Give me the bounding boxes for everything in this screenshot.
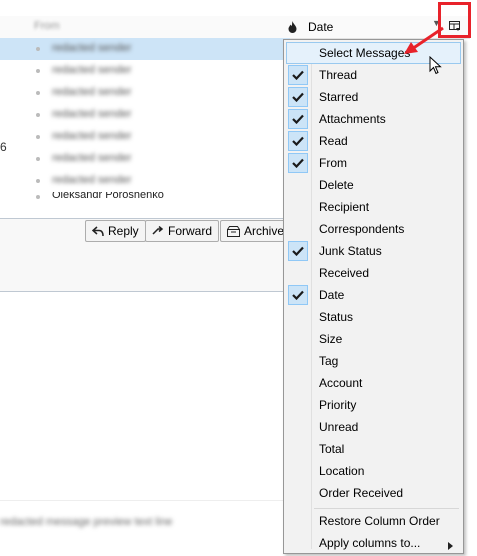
checkmark-icon bbox=[288, 109, 308, 129]
menu-item-attachments[interactable]: Attachments bbox=[286, 108, 461, 130]
menu-item-unread[interactable]: Unread bbox=[286, 416, 461, 438]
menu-item-account[interactable]: Account bbox=[286, 372, 461, 394]
checkmark-icon bbox=[288, 131, 308, 151]
menu-item-received[interactable]: Received bbox=[286, 262, 461, 284]
menu-item-label: Starred bbox=[319, 90, 359, 104]
menu-item-label: Priority bbox=[319, 398, 357, 412]
menu-item-junk-status[interactable]: Junk Status bbox=[286, 240, 461, 262]
reply-icon bbox=[92, 225, 104, 237]
checkmark-icon bbox=[288, 285, 308, 305]
thread-row-sender: Oleksandr Poroshenko bbox=[52, 192, 164, 201]
menu-item-order-received[interactable]: Order Received bbox=[286, 482, 461, 504]
menu-item-label: Tag bbox=[319, 354, 339, 368]
thread-row-sender: redacted sender bbox=[52, 174, 132, 186]
menu-item-status[interactable]: Status bbox=[286, 306, 461, 328]
forward-button[interactable]: Forward bbox=[145, 220, 220, 242]
thread-row-sender: redacted sender bbox=[52, 130, 132, 142]
menu-separator bbox=[314, 508, 459, 509]
menu-item-delete[interactable]: Delete bbox=[286, 174, 461, 196]
checkmark-icon bbox=[288, 87, 308, 107]
thread-row-sender: redacted sender bbox=[52, 152, 132, 164]
menu-item-restore-column-order[interactable]: Restore Column Order bbox=[286, 510, 461, 532]
menu-item-priority[interactable]: Priority bbox=[286, 394, 461, 416]
menu-item-from[interactable]: From bbox=[286, 152, 461, 174]
forward-icon bbox=[152, 226, 164, 236]
submenu-arrow-icon bbox=[448, 539, 453, 553]
menu-item-label: Received bbox=[319, 266, 370, 280]
menu-item-label: Account bbox=[319, 376, 363, 390]
reply-label: Reply bbox=[108, 224, 139, 238]
menu-item-label: Status bbox=[319, 310, 354, 324]
archive-icon bbox=[227, 225, 240, 237]
menu-item-date[interactable]: Date bbox=[286, 284, 461, 306]
thread-row[interactable]: Oleksandr Poroshenko bbox=[0, 192, 290, 202]
checkmark-icon bbox=[288, 153, 308, 173]
menu-item-label: Correspondents bbox=[319, 222, 405, 236]
message-preview: redacted message preview text line bbox=[0, 516, 173, 528]
reply-button[interactable]: Reply bbox=[85, 220, 146, 242]
thread-row[interactable]: redacted sender bbox=[0, 126, 290, 148]
menu-item-label: Junk Status bbox=[319, 244, 382, 258]
menu-item-label: Apply columns to... bbox=[319, 536, 421, 550]
menu-item-apply-columns-to[interactable]: Apply columns to... bbox=[286, 532, 461, 554]
thread-row-sender: redacted sender bbox=[52, 86, 132, 98]
menu-item-label: Order Received bbox=[319, 486, 404, 500]
menu-item-label: Delete bbox=[319, 178, 354, 192]
menu-item-label: Restore Column Order bbox=[319, 514, 440, 528]
clipped-text: 6 bbox=[0, 140, 7, 154]
archive-label: Archive bbox=[244, 224, 285, 238]
menu-item-label: Read bbox=[319, 134, 348, 148]
menu-item-correspondents[interactable]: Correspondents bbox=[286, 218, 461, 240]
menu-item-location[interactable]: Location bbox=[286, 460, 461, 482]
thread-row-sender: redacted sender bbox=[52, 108, 132, 120]
menu-item-starred[interactable]: Starred bbox=[286, 86, 461, 108]
menu-item-label: Date bbox=[319, 288, 345, 302]
menu-item-label: Recipient bbox=[319, 200, 370, 214]
mouse-cursor-icon bbox=[429, 56, 442, 75]
column-picker-menu: Select Messages Thread Starred Attachments… bbox=[283, 39, 464, 554]
thread-row[interactable]: redacted sender bbox=[0, 82, 290, 104]
menu-item-label: Attachments bbox=[319, 112, 386, 126]
divider bbox=[0, 500, 290, 501]
menu-item-label: Location bbox=[319, 464, 365, 478]
menu-item-size[interactable]: Size bbox=[286, 328, 461, 350]
menu-item-label: Unread bbox=[319, 420, 359, 434]
annotation-arrow-icon bbox=[404, 26, 444, 54]
thread-row[interactable]: redacted sender bbox=[0, 148, 290, 170]
menu-item-label: From bbox=[319, 156, 347, 170]
menu-item-label: Total bbox=[319, 442, 345, 456]
checkmark-icon bbox=[288, 241, 308, 261]
menu-item-label: Size bbox=[319, 332, 343, 346]
menu-item-tag[interactable]: Tag bbox=[286, 350, 461, 372]
menu-item-read[interactable]: Read bbox=[286, 130, 461, 152]
menu-item-recipient[interactable]: Recipient bbox=[286, 196, 461, 218]
archive-button[interactable]: Archive bbox=[220, 220, 290, 242]
thread-row[interactable]: redacted sender bbox=[0, 104, 290, 126]
menu-item-total[interactable]: Total bbox=[286, 438, 461, 460]
forward-label: Forward bbox=[168, 224, 213, 238]
thread-row[interactable]: redacted sender bbox=[0, 170, 290, 192]
